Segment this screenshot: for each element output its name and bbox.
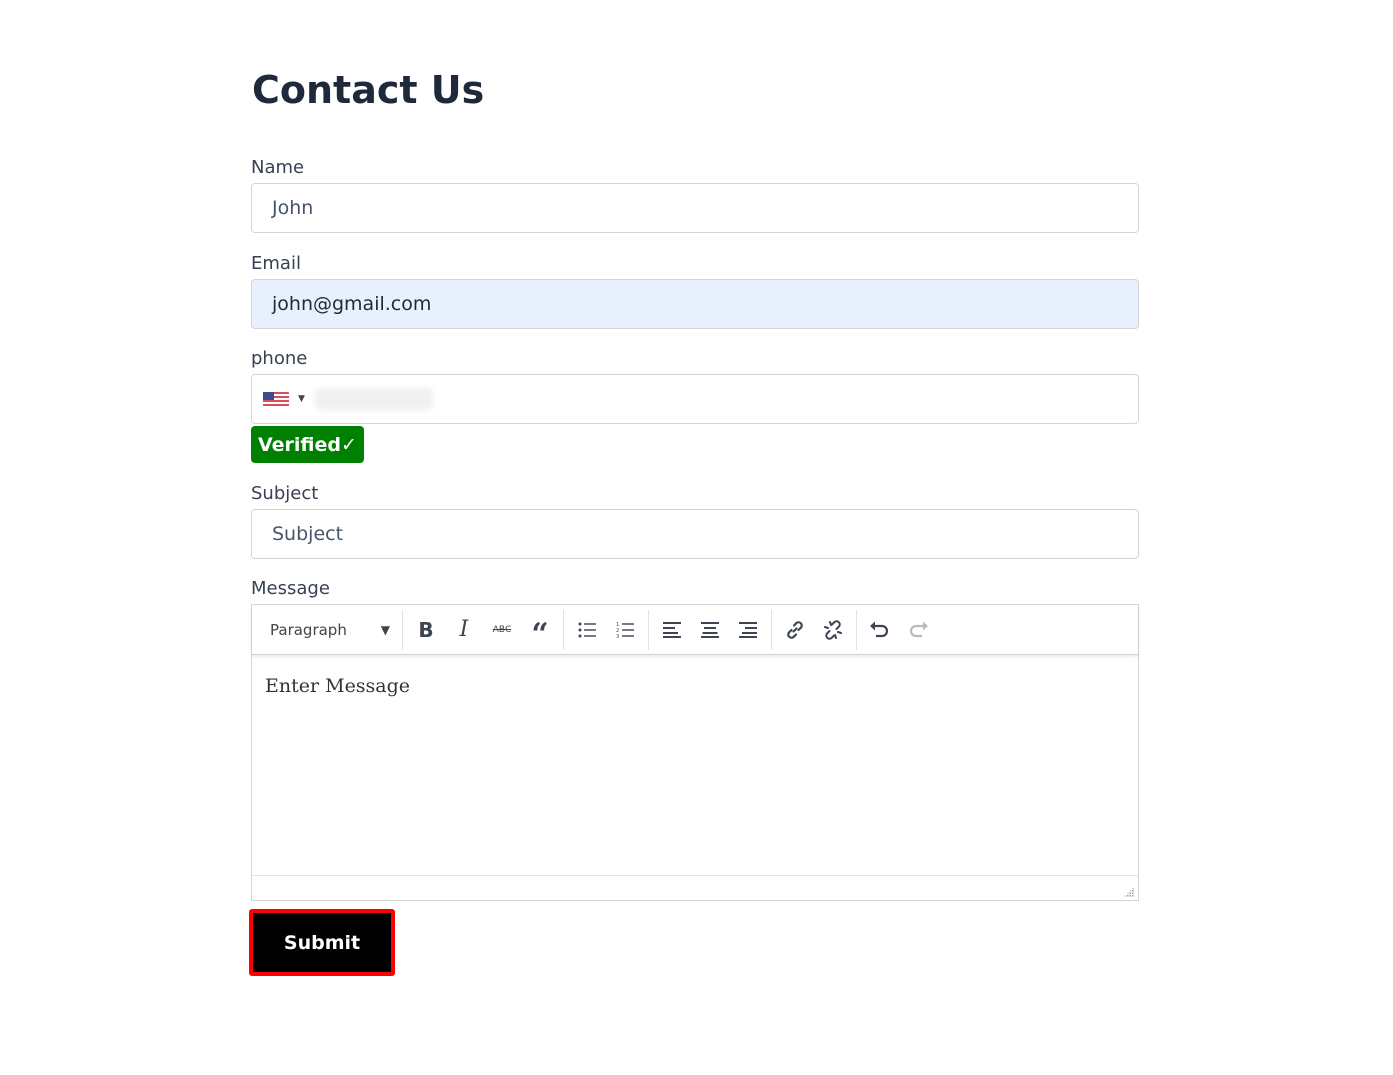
numbered-list-icon: 123 xyxy=(616,622,634,639)
page-title: Contact Us xyxy=(252,68,485,112)
country-dropdown-caret-icon[interactable]: ▼ xyxy=(298,394,305,404)
email-value: john@gmail.com xyxy=(272,293,432,315)
message-label: Message xyxy=(251,578,330,599)
undo-icon xyxy=(870,621,889,637)
phone-field[interactable]: ▼ xyxy=(251,374,1139,424)
submit-button[interactable]: Submit xyxy=(253,913,391,972)
message-editor: Paragraph ▼ B I ABC “ 123 Enter Message xyxy=(251,604,1139,901)
quote-icon: “ xyxy=(531,616,549,652)
unlink-button[interactable] xyxy=(816,613,850,647)
italic-icon: I xyxy=(459,617,469,642)
undo-button[interactable] xyxy=(863,613,897,647)
unlink-icon xyxy=(824,619,842,640)
align-left-icon xyxy=(663,621,681,638)
editor-toolbar: Paragraph ▼ B I ABC “ 123 xyxy=(252,605,1138,655)
message-textarea[interactable]: Enter Message xyxy=(252,655,1138,875)
message-placeholder: Enter Message xyxy=(265,675,411,697)
redo-button[interactable] xyxy=(901,613,935,647)
link-icon xyxy=(787,620,803,639)
link-button[interactable] xyxy=(778,613,812,647)
align-center-button[interactable] xyxy=(693,613,727,647)
email-field[interactable]: john@gmail.com xyxy=(251,279,1139,329)
resize-handle-icon[interactable] xyxy=(1124,887,1134,897)
align-right-icon xyxy=(739,621,757,638)
toolbar-divider xyxy=(648,609,649,650)
verified-badge: Verified✓ xyxy=(251,426,364,463)
bold-button[interactable]: B xyxy=(409,613,443,647)
svg-text:3: 3 xyxy=(616,634,619,639)
align-right-button[interactable] xyxy=(731,613,765,647)
name-label: Name xyxy=(251,157,305,178)
subject-placeholder: Subject xyxy=(272,523,344,545)
align-left-button[interactable] xyxy=(655,613,689,647)
italic-button[interactable]: I xyxy=(447,613,481,647)
toolbar-divider xyxy=(856,609,857,650)
phone-label: phone xyxy=(251,348,308,369)
strikethrough-icon: ABC xyxy=(492,624,512,635)
format-select[interactable]: Paragraph ▼ xyxy=(258,611,398,649)
numbered-list-button[interactable]: 123 xyxy=(608,613,642,647)
toolbar-divider xyxy=(771,609,772,650)
bullet-list-button[interactable] xyxy=(570,613,604,647)
toolbar-divider xyxy=(563,609,564,650)
toolbar-divider xyxy=(402,609,403,650)
phone-number-redacted xyxy=(314,388,433,410)
email-label: Email xyxy=(251,253,301,274)
align-center-icon xyxy=(701,621,719,638)
format-select-value: Paragraph xyxy=(270,620,347,639)
submit-highlight: Submit xyxy=(249,909,395,976)
blockquote-button[interactable]: “ xyxy=(523,613,557,652)
name-field[interactable]: John xyxy=(251,183,1139,233)
bullet-list-icon xyxy=(578,622,596,637)
strikethrough-button[interactable]: ABC xyxy=(485,613,519,647)
editor-statusbar xyxy=(252,875,1138,900)
subject-field[interactable]: Subject xyxy=(251,509,1139,559)
redo-icon xyxy=(909,621,928,637)
bold-icon: B xyxy=(418,617,434,642)
chevron-down-icon: ▼ xyxy=(380,622,390,637)
name-value: John xyxy=(272,197,314,219)
subject-label: Subject xyxy=(251,483,319,504)
us-flag-icon[interactable] xyxy=(263,391,289,407)
